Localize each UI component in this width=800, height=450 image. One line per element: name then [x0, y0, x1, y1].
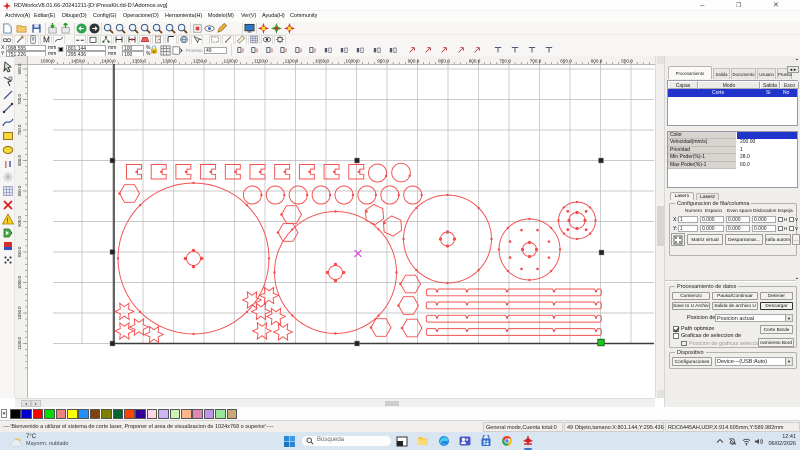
svg-text:1250.0: 1250.0: [193, 59, 207, 64]
svg-text:1050.0: 1050.0: [315, 59, 329, 64]
svg-text:800.0: 800.0: [469, 59, 481, 64]
svg-text:I: I: [4, 160, 7, 170]
svg-text:750.0: 750.0: [17, 124, 22, 135]
svg-text:1000.0: 1000.0: [17, 275, 22, 289]
svg-text:1050.0: 1050.0: [17, 306, 22, 320]
svg-text:1350.0: 1350.0: [132, 59, 146, 64]
svg-text:800.0: 800.0: [17, 155, 22, 166]
svg-text:900.0: 900.0: [17, 216, 22, 227]
svg-text:550.0: 550.0: [621, 59, 633, 64]
svg-text:700.0: 700.0: [17, 94, 22, 105]
svg-text:650.0: 650.0: [560, 59, 572, 64]
svg-text:950.0: 950.0: [17, 246, 22, 257]
svg-text:!: !: [6, 218, 8, 225]
svg-text:850.0: 850.0: [17, 185, 22, 196]
svg-text:700.0: 700.0: [530, 59, 542, 64]
svg-text:1100.0: 1100.0: [17, 336, 22, 349]
svg-text:1150.0: 1150.0: [254, 59, 268, 64]
svg-text:1300.0: 1300.0: [162, 59, 176, 64]
svg-text:1450.0: 1450.0: [71, 59, 85, 64]
svg-text:600.0: 600.0: [591, 59, 603, 64]
svg-text:1500.0: 1500.0: [40, 59, 54, 64]
svg-text:M: M: [43, 36, 50, 45]
svg-text:1400.0: 1400.0: [101, 59, 115, 64]
svg-text:650.0: 650.0: [17, 63, 22, 74]
svg-text:850.0: 850.0: [438, 59, 450, 64]
svg-text:1000.0: 1000.0: [345, 59, 359, 64]
svg-text:1100.0: 1100.0: [285, 59, 299, 64]
svg-text:950.0: 950.0: [377, 59, 389, 64]
svg-text:900.0: 900.0: [408, 59, 420, 64]
svg-text:750.0: 750.0: [499, 59, 511, 64]
svg-text:1200.0: 1200.0: [223, 59, 237, 64]
